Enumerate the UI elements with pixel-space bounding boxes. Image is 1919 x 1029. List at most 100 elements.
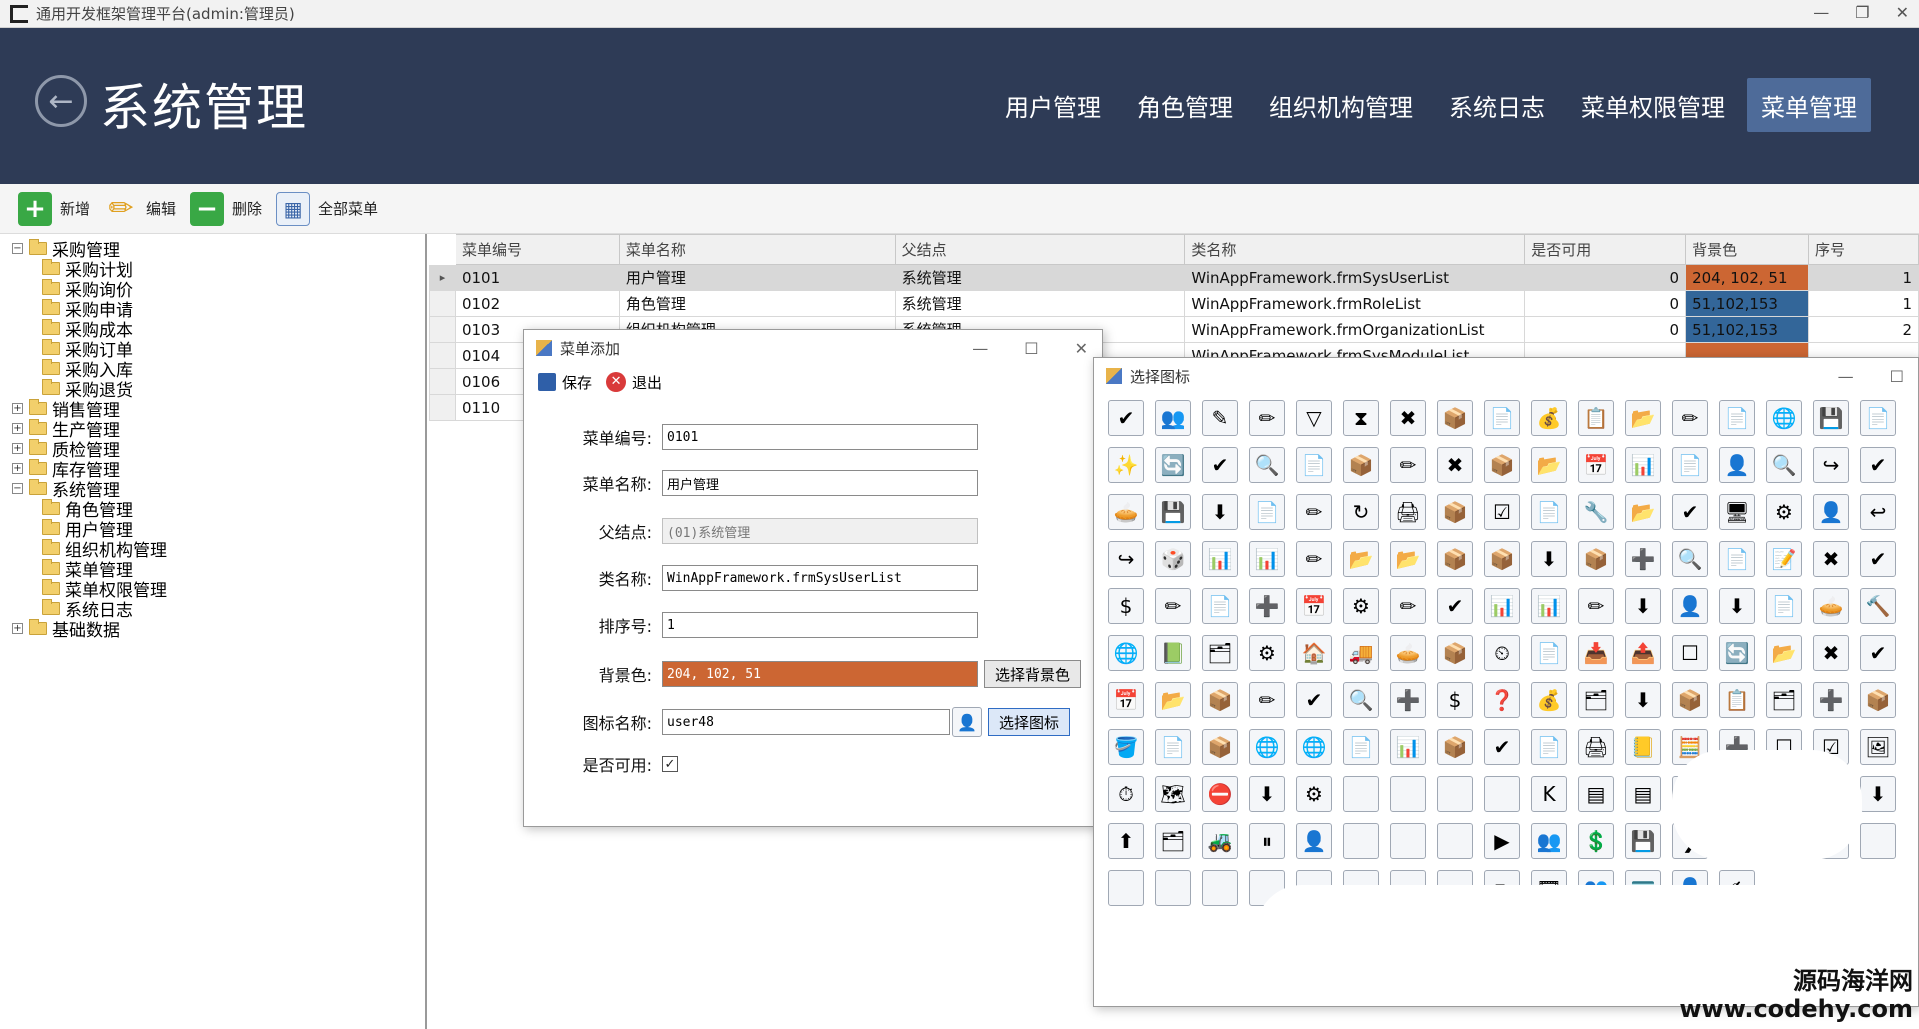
icon-choice[interactable]: 📦	[1343, 447, 1379, 483]
icon-choice[interactable]: 📄	[1860, 400, 1896, 436]
order-field[interactable]: 1	[662, 612, 978, 638]
delete-button[interactable]: − 删除	[190, 191, 262, 226]
cell-color[interactable]: 204, 102, 51	[1685, 264, 1810, 291]
expand-icon[interactable]: +	[12, 462, 23, 474]
enabled-checkbox[interactable]: ✓	[662, 756, 678, 772]
icon-choice[interactable]	[1390, 776, 1426, 812]
menu-name-field[interactable]: 用户管理	[662, 470, 978, 496]
icon-choice[interactable]: 📊	[1249, 541, 1285, 577]
icon-choice[interactable]: 📂	[1155, 682, 1191, 718]
icon-choice[interactable]	[1343, 776, 1379, 812]
cell-enabled[interactable]: 0	[1524, 316, 1687, 343]
col-header-color[interactable]: 背景色	[1685, 234, 1810, 265]
icon-choice[interactable]: ➕	[1813, 682, 1849, 718]
icon-choice[interactable]: ▤	[1578, 776, 1614, 812]
col-header-enabled[interactable]: 是否可用	[1524, 234, 1687, 265]
cell-order[interactable]: 1	[1808, 290, 1919, 317]
row-header[interactable]	[429, 394, 456, 421]
icon-choice[interactable]: ⬇	[1531, 541, 1567, 577]
nav-item-5[interactable]: 菜单管理	[1747, 78, 1871, 132]
back-arrow-icon[interactable]: ←	[35, 75, 87, 127]
icon-choice[interactable]: 📦	[1672, 682, 1708, 718]
icon-choice[interactable]: 👤	[1719, 447, 1755, 483]
icon-choice[interactable]: 🌐	[1108, 635, 1144, 671]
cell-name[interactable]: 角色管理	[618, 290, 896, 317]
row-header[interactable]	[429, 342, 456, 369]
icon-choice[interactable]: 🥧	[1813, 588, 1849, 624]
icon-choice[interactable]: 📤	[1625, 635, 1661, 671]
icon-choice[interactable]: 🖨	[1578, 729, 1614, 765]
icon-choice[interactable]	[1155, 870, 1191, 906]
icon-choice[interactable]: 📊	[1625, 447, 1661, 483]
icon-choice[interactable]: ✏	[1155, 588, 1191, 624]
icon-choice[interactable]: 📄	[1296, 447, 1332, 483]
cell-color[interactable]: 51,102,153	[1685, 316, 1810, 343]
icon-choice[interactable]: 📄	[1672, 447, 1708, 483]
icon-choice[interactable]: 📦	[1860, 682, 1896, 718]
icon-choice[interactable]: ✔	[1860, 447, 1896, 483]
icon-choice[interactable]: 📊	[1484, 588, 1520, 624]
icon-choice[interactable]: ↩	[1860, 494, 1896, 530]
icon-choice[interactable]: ✖	[1813, 541, 1849, 577]
icon-choice[interactable]: ➕	[1390, 682, 1426, 718]
icon-choice[interactable]	[1437, 823, 1473, 859]
icon-dialog-maximize-button[interactable]: ☐	[1890, 367, 1904, 386]
icon-choice[interactable]	[1484, 776, 1520, 812]
icon-choice[interactable]: 📝	[1766, 541, 1802, 577]
icon-choice[interactable]: 💰	[1531, 400, 1567, 436]
icon-choice[interactable]: 🏠	[1296, 635, 1332, 671]
icon-choice[interactable]: ✏	[1578, 588, 1614, 624]
icon-choice[interactable]: ⚙	[1296, 776, 1332, 812]
icon-choice[interactable]: 🖥	[1719, 494, 1755, 530]
icon-choice[interactable]: 📂	[1343, 541, 1379, 577]
tree-node[interactable]: + 基础数据	[12, 618, 425, 641]
icon-choice[interactable]: 📅	[1296, 588, 1332, 624]
cell-parent[interactable]: 系统管理	[894, 264, 1186, 291]
icon-choice[interactable]: 📊	[1531, 588, 1567, 624]
icon-choice[interactable]: 💾	[1155, 494, 1191, 530]
choose-bg-button[interactable]: 选择背景色	[984, 660, 1082, 688]
icon-choice[interactable]: 📦	[1578, 541, 1614, 577]
row-header[interactable]	[429, 316, 456, 343]
icon-choice[interactable]: 💾	[1625, 823, 1661, 859]
cell-enabled[interactable]: 0	[1524, 264, 1687, 291]
icon-choice[interactable]	[1202, 870, 1238, 906]
icon-choice[interactable]: 🌐	[1296, 729, 1332, 765]
icon-choice[interactable]: 🖨	[1390, 494, 1426, 530]
col-header-id[interactable]: 菜单编号	[454, 234, 620, 265]
icon-choice[interactable]: 💾	[1813, 400, 1849, 436]
icon-choice[interactable]: ⚙	[1249, 635, 1285, 671]
icon-choice[interactable]: 🔄	[1155, 447, 1191, 483]
icon-choice[interactable]: 📥	[1578, 635, 1614, 671]
icon-choice[interactable]: ✔	[1484, 729, 1520, 765]
icon-choice[interactable]: 📄	[1484, 400, 1520, 436]
icon-choice[interactable]: ➕	[1249, 588, 1285, 624]
icon-choice[interactable]: 📂	[1625, 400, 1661, 436]
icon-choice[interactable]: ✎	[1202, 400, 1238, 436]
cell-name[interactable]: 用户管理	[618, 264, 896, 291]
icon-choice[interactable]	[1390, 823, 1426, 859]
icon-choice[interactable]: 📦	[1484, 447, 1520, 483]
cell-enabled[interactable]: 0	[1524, 290, 1687, 317]
icon-choice[interactable]: ⬇	[1625, 588, 1661, 624]
class-name-field[interactable]: WinAppFramework.frmSysUserList	[662, 565, 978, 591]
icon-choice[interactable]: ⬇	[1249, 776, 1285, 812]
icon-choice[interactable]: ✔	[1296, 682, 1332, 718]
icon-choice[interactable]: 🖼	[1860, 729, 1896, 765]
icon-choice[interactable]: 👥	[1155, 400, 1191, 436]
icon-choice[interactable]: ⛔	[1202, 776, 1238, 812]
icon-choice[interactable]: ↪	[1813, 447, 1849, 483]
icon-choice[interactable]: ✔	[1202, 447, 1238, 483]
icon-choice[interactable]: ✖	[1390, 400, 1426, 436]
icon-choice[interactable]	[1860, 823, 1896, 859]
icon-choice[interactable]	[1437, 776, 1473, 812]
expand-icon[interactable]: +	[12, 422, 23, 434]
icon-choice[interactable]: 🥧	[1390, 635, 1426, 671]
expand-icon[interactable]: +	[12, 622, 23, 634]
icon-choice[interactable]: 💲	[1578, 823, 1614, 859]
icon-choice[interactable]: 🔍	[1343, 682, 1379, 718]
icon-choice[interactable]: ✖	[1813, 635, 1849, 671]
icon-choice[interactable]: 📋	[1578, 400, 1614, 436]
nav-item-4[interactable]: 菜单权限管理	[1567, 78, 1739, 132]
icon-choice[interactable]: 📦	[1202, 682, 1238, 718]
